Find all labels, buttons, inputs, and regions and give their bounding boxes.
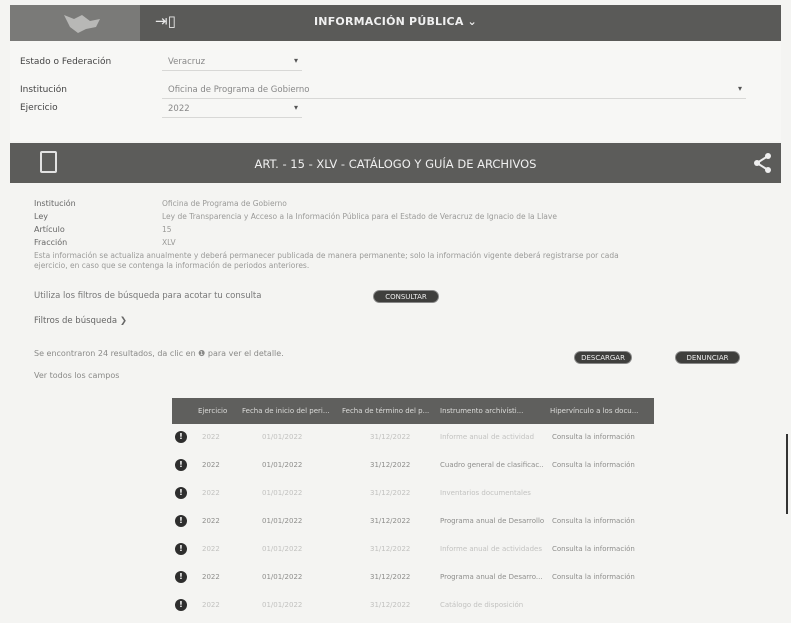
cell-inicio: 01/01/2022 [262, 517, 303, 525]
cell-hipervinculo[interactable]: Consulta la información [552, 461, 652, 469]
table-row[interactable]: ! 2022 01/01/2022 31/12/2022 Inventarios… [172, 484, 654, 506]
cell-inicio: 01/01/2022 [262, 601, 303, 609]
info-ley-value: Ley de Transparencia y Acceso a la Infor… [162, 212, 557, 221]
top-header: ⇥▯ INFORMACIÓN PÚBLICA ⌄ [10, 5, 781, 41]
institucion-label: Institución [20, 85, 67, 95]
cell-termino: 31/12/2022 [370, 489, 411, 497]
info-detail-icon[interactable]: ! [175, 543, 187, 555]
caret-down-icon: ▾ [737, 84, 742, 93]
info-institucion-value: Oficina de Programa de Gobierno [162, 199, 287, 208]
table-row[interactable]: ! 2022 01/01/2022 31/12/2022 Cuadro gene… [172, 456, 654, 478]
ejercicio-select[interactable]: 2022 ▾ [162, 101, 302, 118]
estado-label: Estado o Federación [20, 57, 112, 67]
search-hint: Utiliza los filtros de búsqueda para aco… [34, 291, 262, 301]
show-all-fields-link[interactable]: Ver todos los campos [34, 371, 119, 380]
filter-panel: Estado o Federación Veracruz ▾ Instituci… [10, 41, 781, 141]
denunciar-button[interactable]: DENUNCIAR [675, 351, 740, 364]
search-filters-toggle[interactable]: Filtros de búsqueda ❯ [34, 316, 127, 326]
info-fraccion-label: Fracción [34, 238, 68, 247]
table-row[interactable]: ! 2022 01/01/2022 31/12/2022 Informe anu… [172, 428, 654, 450]
ejercicio-label: Ejercicio [20, 103, 58, 113]
info-ley-label: Ley [34, 212, 48, 221]
cell-inicio: 01/01/2022 [262, 545, 303, 553]
cell-ejercicio: 2022 [202, 517, 220, 525]
update-note: Esta información se actualiza anualmente… [34, 251, 619, 270]
cell-ejercicio: 2022 [202, 433, 220, 441]
cell-termino: 31/12/2022 [370, 517, 411, 525]
table-row[interactable]: ! 2022 01/01/2022 31/12/2022 Informe anu… [172, 540, 654, 562]
cell-instrumento: Inventarios documentales [440, 489, 531, 497]
cell-ejercicio: 2022 [202, 461, 220, 469]
descargar-button[interactable]: DESCARGAR [574, 351, 632, 364]
info-institucion-label: Institución [34, 199, 76, 208]
cell-termino: 31/12/2022 [370, 461, 411, 469]
cell-ejercicio: 2022 [202, 601, 220, 609]
table-header: Ejercicio Fecha de inicio del peri... Fe… [172, 398, 654, 424]
info-detail-icon[interactable]: ! [175, 431, 187, 443]
caret-down-icon: ▾ [293, 103, 298, 112]
results-summary: Se encontraron 24 resultados, da clic en… [34, 349, 284, 358]
cell-instrumento: Catálogo de disposición [440, 601, 524, 609]
cell-hipervinculo[interactable]: Consulta la información [552, 545, 652, 553]
info-fraccion-value: XLV [162, 238, 176, 247]
scrollbar-thumb[interactable] [786, 434, 788, 514]
institucion-select[interactable]: Oficina de Programa de Gobierno ▾ [162, 82, 746, 99]
cell-instrumento: Informe anual de actividades [440, 545, 542, 553]
cell-hipervinculo[interactable]: Consulta la información [552, 433, 652, 441]
cell-ejercicio: 2022 [202, 489, 220, 497]
table-row[interactable]: ! 2022 01/01/2022 31/12/2022 Catálogo de… [172, 596, 654, 618]
column-header[interactable]: Ejercicio [198, 407, 238, 415]
cell-inicio: 01/01/2022 [262, 573, 303, 581]
column-header[interactable]: Hipervínculo a los docu... [550, 407, 650, 415]
ejercicio-value: 2022 [168, 104, 190, 114]
section-header: ART. - 15 - XLV - CATÁLOGO Y GUÍA DE ARC… [10, 143, 781, 183]
cell-ejercicio: 2022 [202, 573, 220, 581]
estado-select[interactable]: Veracruz ▾ [162, 54, 302, 71]
column-header[interactable]: Fecha de término del p... [342, 407, 430, 415]
cell-termino: 31/12/2022 [370, 573, 411, 581]
consultar-button[interactable]: CONSULTAR [373, 290, 439, 303]
info-articulo-value: 15 [162, 225, 172, 234]
cell-hipervinculo[interactable]: Consulta la información [552, 573, 652, 581]
info-detail-icon[interactable]: ! [175, 571, 187, 583]
cell-instrumento: Informe anual de actividad [440, 433, 535, 441]
estado-value: Veracruz [168, 57, 206, 67]
info-articulo-label: Artículo [34, 225, 65, 234]
info-detail-icon[interactable]: ! [175, 487, 187, 499]
share-icon[interactable] [753, 152, 773, 174]
cell-termino: 31/12/2022 [370, 601, 411, 609]
info-detail-icon[interactable]: ! [175, 515, 187, 527]
cell-ejercicio: 2022 [202, 545, 220, 553]
cell-hipervinculo[interactable]: Consulta la información [552, 517, 652, 525]
cell-inicio: 01/01/2022 [262, 489, 303, 497]
column-header[interactable]: Instrumento archivísti... [440, 407, 540, 415]
cell-instrumento: Programa anual de Desarro... [440, 573, 543, 581]
info-detail-icon[interactable]: ! [175, 459, 187, 471]
institucion-value: Oficina de Programa de Gobierno [168, 85, 310, 95]
column-header[interactable]: Fecha de inicio del peri... [242, 407, 330, 415]
caret-down-icon: ▾ [293, 56, 298, 65]
cell-instrumento: Cuadro general de clasificac... [440, 461, 544, 469]
page-title[interactable]: INFORMACIÓN PÚBLICA ⌄ [10, 15, 781, 28]
cell-termino: 31/12/2022 [370, 545, 411, 553]
info-detail-icon[interactable]: ! [175, 599, 187, 611]
cell-termino: 31/12/2022 [370, 433, 411, 441]
table-row[interactable]: ! 2022 01/01/2022 31/12/2022 Programa an… [172, 512, 654, 534]
cell-instrumento: Programa anual de Desarrollo [440, 517, 544, 525]
table-row[interactable]: ! 2022 01/01/2022 31/12/2022 Programa an… [172, 568, 654, 590]
section-title: ART. - 15 - XLV - CATÁLOGO Y GUÍA DE ARC… [254, 157, 537, 171]
cell-inicio: 01/01/2022 [262, 461, 303, 469]
cell-inicio: 01/01/2022 [262, 433, 303, 441]
